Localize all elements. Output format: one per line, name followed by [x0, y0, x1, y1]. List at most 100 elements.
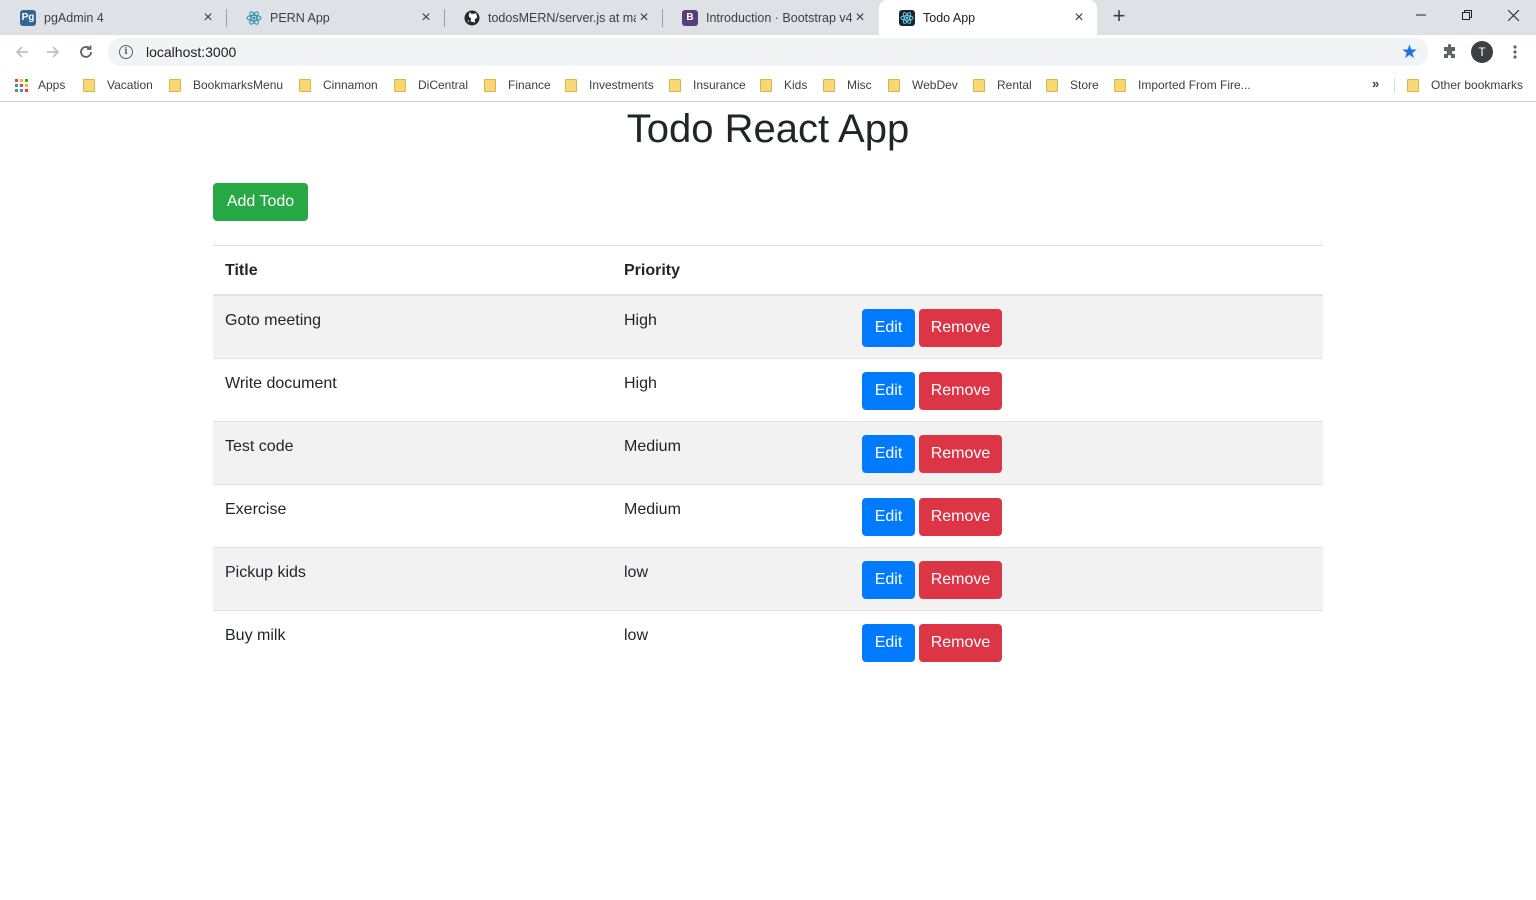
- close-icon[interactable]: ×: [1071, 9, 1087, 26]
- bookmark-folder-investments[interactable]: Investments: [565, 76, 654, 94]
- pgadmin-icon: Pg: [20, 9, 36, 26]
- bookmark-label: Other bookmarks: [1431, 78, 1524, 92]
- tab-todo-app[interactable]: Todo App ×: [879, 0, 1097, 35]
- back-icon[interactable]: [9, 39, 35, 65]
- tab-title: todosMERN/server.js at mast: [488, 10, 636, 25]
- bookmark-folder-webdev[interactable]: WebDev: [888, 76, 958, 94]
- react-icon: [246, 10, 262, 26]
- remove-button[interactable]: Remove: [919, 498, 1002, 536]
- folder-icon: [394, 78, 406, 92]
- remove-button[interactable]: Remove: [919, 624, 1002, 662]
- react-icon: [899, 9, 915, 26]
- bookmark-label: Rental: [997, 78, 1032, 92]
- star-icon[interactable]: ★: [1401, 41, 1418, 64]
- remove-button[interactable]: Remove: [919, 309, 1002, 347]
- folder-icon: [83, 78, 95, 92]
- table-header: Title Priority: [213, 245, 1323, 296]
- bookmarks-bar: Apps Vacation BookmarksMenu Cinnamon DiC…: [0, 69, 1536, 102]
- bookmark-folder-bookmarksmenu[interactable]: BookmarksMenu: [169, 76, 283, 94]
- todo-table: Title Priority Goto meeting High Edit Re…: [213, 245, 1323, 674]
- folder-icon: [169, 78, 181, 92]
- menu-icon[interactable]: [1504, 41, 1526, 63]
- edit-button[interactable]: Edit: [862, 561, 915, 599]
- reload-icon[interactable]: [73, 39, 99, 65]
- folder-icon: [1046, 78, 1058, 92]
- browser-toolbar: i localhost:3000 ★ T: [0, 35, 1536, 69]
- bookmark-label: Apps: [38, 78, 66, 92]
- folder-icon: [299, 78, 311, 92]
- address-bar[interactable]: i localhost:3000 ★: [108, 38, 1428, 66]
- extensions-icon[interactable]: [1439, 41, 1461, 63]
- bookmark-label: DiCentral: [418, 78, 469, 92]
- edit-button[interactable]: Edit: [862, 309, 915, 347]
- tab-bootstrap[interactable]: B Introduction · Bootstrap v4.5 ×: [662, 0, 878, 35]
- tab-title: Introduction · Bootstrap v4.5: [706, 10, 852, 25]
- bookmark-folder-insurance[interactable]: Insurance: [669, 76, 746, 94]
- restore-icon[interactable]: [1444, 0, 1490, 30]
- todo-priority: High: [624, 375, 657, 392]
- minimize-icon[interactable]: [1398, 0, 1444, 30]
- folder-icon: [565, 78, 577, 92]
- tab-pgadmin[interactable]: Pg pgAdmin 4 ×: [0, 0, 226, 35]
- new-tab-button[interactable]: +: [1107, 5, 1131, 29]
- bookmarks-overflow-icon[interactable]: »: [1372, 76, 1379, 91]
- table-body: Goto meeting High Edit Remove Write docu…: [213, 296, 1323, 674]
- tab-strip: Pg pgAdmin 4 × PERN App × todosMERN/serv…: [0, 0, 1536, 35]
- close-icon[interactable]: ×: [418, 9, 434, 26]
- bookmark-label: Store: [1070, 78, 1099, 92]
- todo-title: Pickup kids: [225, 564, 306, 581]
- bookmark-folder-finance[interactable]: Finance: [484, 76, 551, 94]
- avatar[interactable]: T: [1471, 41, 1493, 63]
- remove-button[interactable]: Remove: [919, 372, 1002, 410]
- bookmark-folder-kids[interactable]: Kids: [760, 76, 807, 94]
- edit-button[interactable]: Edit: [862, 624, 915, 662]
- folder-icon: [669, 78, 681, 92]
- todo-priority: low: [624, 627, 649, 644]
- remove-button[interactable]: Remove: [919, 435, 1002, 473]
- close-window-icon[interactable]: [1490, 0, 1536, 30]
- apps-grid-icon: [15, 78, 28, 92]
- bookmark-label: Vacation: [107, 78, 153, 92]
- forward-icon[interactable]: [40, 39, 66, 65]
- tab-pern-app[interactable]: PERN App ×: [226, 0, 444, 35]
- bookmark-label: WebDev: [912, 78, 958, 92]
- todo-title: Write document: [225, 375, 337, 392]
- todo-priority: Medium: [624, 438, 681, 455]
- bookmark-folder-cinnamon[interactable]: Cinnamon: [299, 76, 378, 94]
- bookmark-label: Finance: [508, 78, 551, 92]
- table-row: Buy milk low Edit Remove: [213, 611, 1323, 674]
- remove-button[interactable]: Remove: [919, 561, 1002, 599]
- add-todo-button[interactable]: Add Todo: [213, 183, 308, 221]
- todo-title: Buy milk: [225, 627, 286, 644]
- bookmark-folder-misc[interactable]: Misc: [823, 76, 872, 94]
- edit-button[interactable]: Edit: [862, 435, 915, 473]
- bootstrap-icon: B: [682, 9, 698, 26]
- bookmark-folder-other[interactable]: Other bookmarks: [1407, 76, 1523, 94]
- edit-button[interactable]: Edit: [862, 498, 915, 536]
- table-row: Test code Medium Edit Remove: [213, 422, 1323, 485]
- todo-priority: High: [624, 312, 657, 329]
- close-icon[interactable]: ×: [200, 9, 216, 26]
- bookmark-label: Misc: [847, 78, 872, 92]
- info-icon[interactable]: i: [119, 45, 133, 59]
- tab-title: Todo App: [923, 10, 976, 25]
- todo-title: Exercise: [225, 501, 287, 518]
- github-icon: [464, 10, 480, 26]
- folder-icon: [760, 78, 772, 92]
- folder-icon: [823, 78, 835, 92]
- bookmark-label: Imported From Fire...: [1138, 78, 1251, 92]
- table-row: Pickup kids low Edit Remove: [213, 548, 1323, 611]
- tab-github[interactable]: todosMERN/server.js at mast ×: [444, 0, 662, 35]
- close-icon[interactable]: ×: [852, 9, 868, 26]
- bookmark-folder-imported[interactable]: Imported From Fire...: [1114, 76, 1251, 94]
- bookmark-folder-dicentral[interactable]: DiCentral: [394, 76, 468, 94]
- folder-icon: [888, 78, 900, 92]
- bookmark-folder-rental[interactable]: Rental: [973, 76, 1032, 94]
- bookmark-apps[interactable]: Apps: [15, 76, 65, 94]
- close-icon[interactable]: ×: [636, 9, 652, 26]
- bookmark-folder-vacation[interactable]: Vacation: [83, 76, 153, 94]
- bookmark-folder-store[interactable]: Store: [1046, 76, 1099, 94]
- bookmark-label: Kids: [784, 78, 808, 92]
- folder-icon: [973, 78, 985, 92]
- edit-button[interactable]: Edit: [862, 372, 915, 410]
